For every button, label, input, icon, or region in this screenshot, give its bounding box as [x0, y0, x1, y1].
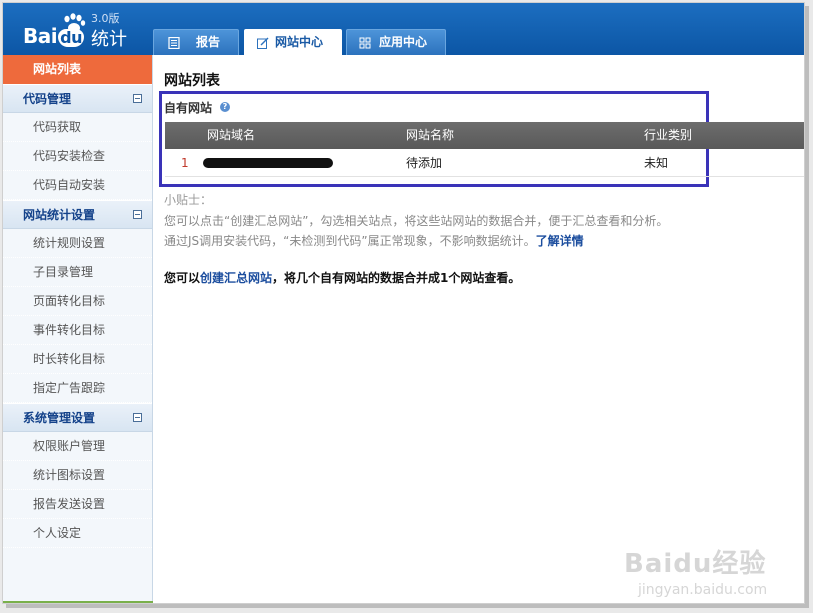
column-header-industry[interactable]: 行业类别 — [644, 122, 692, 149]
sidebar-item-stat-rules[interactable]: 统计规则设置 — [3, 229, 152, 258]
watermark-main: Baidu经验 — [624, 549, 767, 579]
table-header: 网站域名 网站名称 行业类别 — [165, 122, 804, 149]
tip-line-2: 通过JS调用安装代码，“未检测到代码”属正常现象，不影响数据统计。了解详情 — [164, 232, 584, 249]
column-header-name[interactable]: 网站名称 — [406, 122, 454, 149]
tab-report[interactable]: 报告 — [153, 29, 239, 55]
row-index: 1 — [181, 156, 189, 170]
collapse-icon[interactable] — [133, 94, 142, 103]
sidebar-item-icon-settings[interactable]: 统计图标设置 — [3, 461, 152, 490]
main-content: 网站列表 自有网站 ? 网站域名 网站名称 行业类别 1 待添加 未知 小贴士：… — [154, 55, 804, 603]
tab-report-label: 报告 — [196, 35, 221, 49]
sidebar-item-auto-install[interactable]: 代码自动安装 — [3, 171, 152, 200]
app-window: Bai du 统计 3.0版 报告 网站中心 应用中心 网站列表 代码管理 代码… — [2, 2, 805, 604]
column-header-domain[interactable]: 网站域名 — [207, 122, 255, 149]
sidebar-item-get-code[interactable]: 代码获取 — [3, 113, 152, 142]
collapse-icon[interactable] — [133, 210, 142, 219]
logo-version: 3.0版 — [91, 12, 120, 25]
redacted-domain — [203, 158, 333, 168]
collapse-icon[interactable] — [133, 413, 142, 422]
sidebar-item-event-goal[interactable]: 事件转化目标 — [3, 316, 152, 345]
sidebar-item-duration-goal[interactable]: 时长转化目标 — [3, 345, 152, 374]
baidu-tongji-logo[interactable]: Bai du 统计 3.0版 — [21, 11, 133, 50]
sidebar-group-label: 代码管理 — [23, 92, 72, 106]
sidebar-item-site-list[interactable]: 网站列表 — [3, 55, 152, 84]
tips-title: 小贴士： — [164, 193, 213, 207]
sidebar-item-personal-settings[interactable]: 个人设定 — [3, 519, 152, 548]
table-row[interactable]: 1 待添加 未知 — [165, 149, 804, 177]
sidebar-item-ad-tracking[interactable]: 指定广告跟踪 — [3, 374, 152, 403]
tab-app-center-label: 应用中心 — [379, 35, 428, 49]
sidebar-item-code-check[interactable]: 代码安装检查 — [3, 142, 152, 171]
sidebar-item-permission-accounts[interactable]: 权限账户管理 — [3, 432, 152, 461]
sidebar: 网站列表 代码管理 代码获取 代码安装检查 代码自动安装 网站统计设置 统计规则… — [3, 55, 153, 603]
own-sites-label: 自有网站 — [164, 101, 213, 115]
report-icon — [168, 37, 180, 49]
logo-product-name: 统计 — [91, 29, 127, 50]
note-suffix: ，将几个自有网站的数据合并成1个网站查看。 — [272, 271, 521, 285]
sidebar-group-code-management[interactable]: 代码管理 — [3, 84, 152, 113]
page-title: 网站列表 — [164, 73, 220, 89]
sidebar-group-site-settings[interactable]: 网站统计设置 — [3, 200, 152, 229]
logo-wordmark: Bai du — [23, 24, 84, 48]
sidebar-group-system-settings[interactable]: 系统管理设置 — [3, 403, 152, 432]
grid-icon — [359, 37, 371, 49]
summary-note: 您可以创建汇总网站，将几个自有网站的数据合并成1个网站查看。 — [164, 269, 520, 286]
learn-more-link[interactable]: 了解详情 — [536, 234, 584, 248]
watermark-url: jingyan.baidu.com — [638, 582, 768, 598]
tab-app-center[interactable]: 应用中心 — [346, 29, 446, 55]
sidebar-group-label: 系统管理设置 — [23, 411, 96, 425]
sidebar-bottom-bar — [3, 601, 153, 603]
tab-site-center-label: 网站中心 — [275, 35, 324, 49]
site-name-cell: 待添加 — [406, 156, 443, 170]
sidebar-item-subdirectory[interactable]: 子目录管理 — [3, 258, 152, 287]
industry-cell: 未知 — [644, 156, 669, 170]
note-prefix: 您可以 — [164, 271, 201, 285]
watermark: Baidu经验 jingyan.baidu.com — [624, 543, 767, 598]
help-icon[interactable]: ? — [220, 102, 230, 112]
sidebar-group-label: 网站统计设置 — [23, 208, 96, 222]
tip-line-1: 您可以点击“创建汇总网站”，勾选相关站点，将这些站网站的数据合并，便于汇总查看和… — [164, 214, 669, 228]
sidebar-item-report-sending[interactable]: 报告发送设置 — [3, 490, 152, 519]
sidebar-item-page-goal[interactable]: 页面转化目标 — [3, 287, 152, 316]
create-summary-site-link[interactable]: 创建汇总网站 — [200, 271, 272, 285]
edit-icon — [257, 37, 269, 49]
top-header: Bai du 统计 3.0版 报告 网站中心 应用中心 — [3, 3, 804, 55]
tip-line-2-text: 通过JS调用安装代码，“未检测到代码”属正常现象，不影响数据统计。 — [164, 234, 536, 248]
tab-site-center[interactable]: 网站中心 — [244, 29, 342, 55]
